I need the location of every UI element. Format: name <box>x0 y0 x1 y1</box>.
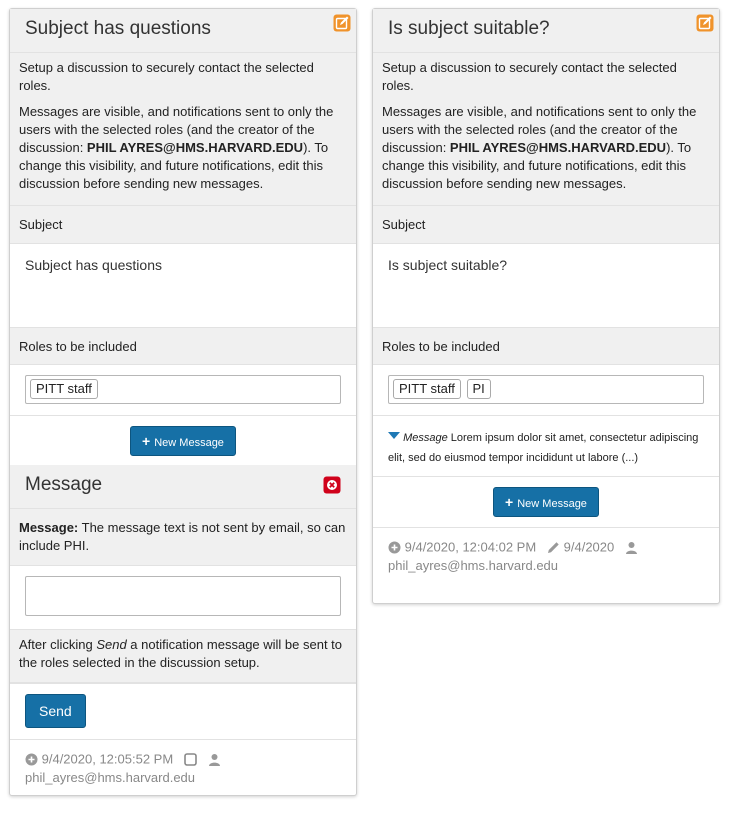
add-circle-icon <box>388 541 401 554</box>
card-title: Subject has questions <box>25 18 211 39</box>
created-timestamp: 9/4/2020, 12:04:02 PM <box>404 539 537 555</box>
card-header: Is subject suitable? <box>373 9 719 53</box>
subject-label: Subject <box>10 206 356 244</box>
new-message-button[interactable]: + New Message <box>130 426 236 456</box>
role-tag[interactable]: PITT staff <box>30 379 98 399</box>
role-tag[interactable]: PITT staff <box>393 379 461 399</box>
add-circle-icon <box>25 753 38 766</box>
created-timestamp: 9/4/2020, 12:05:52 PM <box>41 751 174 767</box>
message-section-title: Message <box>25 474 103 495</box>
subject-label: Subject <box>373 206 719 244</box>
info-paragraph-setup: Setup a discussion to securely contact t… <box>382 60 677 93</box>
remove-icon[interactable] <box>323 476 341 494</box>
send-button[interactable]: Send <box>25 694 86 728</box>
user-email: phil_ayres@hms.harvard.edu <box>388 557 559 573</box>
triangle-down-icon[interactable] <box>388 431 400 441</box>
card-footer: 9/4/2020, 12:04:02 PM 9/4/2020 phil_ayre… <box>373 527 719 585</box>
roles-label: Roles to be included <box>373 327 719 365</box>
card-title: Is subject suitable? <box>388 18 550 39</box>
plus-icon: + <box>142 433 151 449</box>
pencil-icon <box>548 542 559 554</box>
subject-value: Subject has questions <box>25 257 162 273</box>
checkbox-icon <box>184 753 197 766</box>
edit-icon[interactable] <box>333 14 351 32</box>
discussion-card-subject-has-questions: Subject has questions Setup a discussion… <box>9 8 357 796</box>
card-header: Subject has questions <box>10 9 356 53</box>
message-preview-label: Message <box>403 432 448 444</box>
message-note: Message: The message text is not sent by… <box>10 509 356 566</box>
edit-icon[interactable] <box>696 14 714 32</box>
discussion-card-is-subject-suitable: Is subject suitable? Setup a discussion … <box>372 8 720 604</box>
role-tag[interactable]: PI <box>466 379 491 399</box>
message-textarea[interactable] <box>25 576 341 616</box>
info-paragraph-setup: Setup a discussion to securely contact t… <box>19 60 314 93</box>
creator-email: PHIL AYRES@HMS.HARVARD.EDU <box>86 140 304 155</box>
user-icon <box>626 542 638 555</box>
plus-icon: + <box>505 494 514 510</box>
message-preview[interactable]: Message Lorem ipsum dolor sit amet, cons… <box>373 415 719 476</box>
edited-date: 9/4/2020 <box>563 539 615 555</box>
roles-input[interactable]: PITT staff PI <box>388 375 704 404</box>
discussion-info: Setup a discussion to securely contact t… <box>10 53 356 206</box>
roles-input[interactable]: PITT staff <box>25 375 341 404</box>
message-section-header: Message <box>10 465 356 509</box>
info-paragraph-visibility: Messages are visible, and notifications … <box>19 104 334 191</box>
discussion-info: Setup a discussion to securely contact t… <box>373 53 719 206</box>
send-notice: After clicking Send a notification messa… <box>10 630 356 683</box>
user-icon <box>208 754 220 767</box>
new-message-button[interactable]: + New Message <box>493 487 599 517</box>
creator-email: PHIL AYRES@HMS.HARVARD.EDU <box>449 140 667 155</box>
user-email: phil_ayres@hms.harvard.edu <box>25 769 196 785</box>
roles-label: Roles to be included <box>10 327 356 365</box>
subject-value: Is subject suitable? <box>388 257 508 273</box>
card-footer: 9/4/2020, 12:05:52 PM phil_ayres@hms.har… <box>10 739 356 797</box>
info-paragraph-visibility: Messages are visible, and notifications … <box>382 104 697 191</box>
